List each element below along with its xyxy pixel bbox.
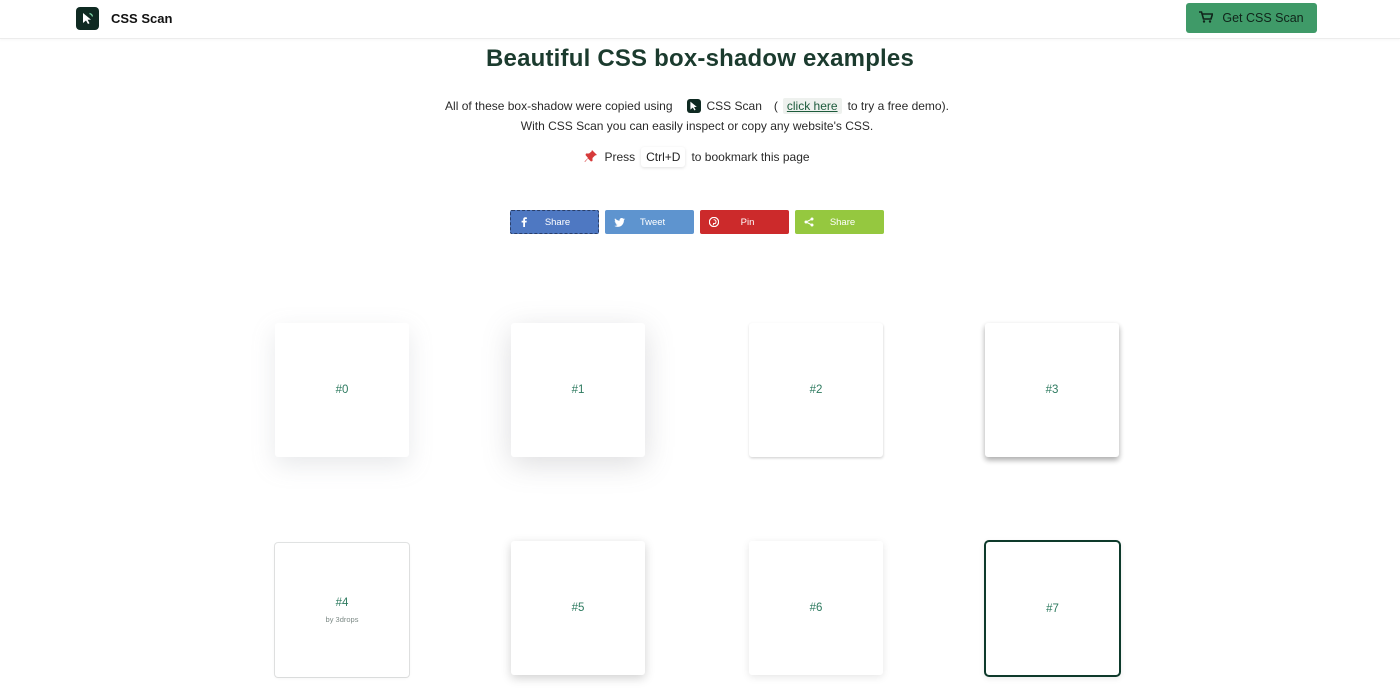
intro-brand: CSS Scan	[706, 99, 762, 113]
share-icon	[795, 217, 823, 227]
shortcut-key: Ctrl+D	[641, 147, 686, 167]
generic-share-label: Share	[829, 216, 856, 228]
shadow-example-7[interactable]: #7	[984, 540, 1121, 677]
example-label: #7	[1046, 602, 1059, 615]
shadow-example-4[interactable]: #4 by 3drops	[275, 543, 409, 677]
click-here-link[interactable]: click here	[787, 99, 838, 113]
facebook-share-label: Share	[544, 216, 571, 228]
pinterest-pin-button[interactable]: Pin	[700, 210, 789, 234]
example-label: #1	[571, 384, 585, 396]
cart-icon	[1199, 10, 1214, 26]
demo-link-pill[interactable]: click here	[782, 98, 842, 114]
generic-share-button[interactable]: Share	[795, 210, 884, 234]
facebook-icon	[510, 217, 538, 227]
intro-suffix: to try a free demo).	[847, 99, 949, 113]
brand-link[interactable]: CSS Scan	[76, 7, 172, 30]
pinterest-pin-label: Pin	[740, 216, 755, 228]
shadow-example-6[interactable]: #6	[749, 541, 883, 675]
pushpin-icon	[584, 149, 598, 166]
shadow-example-3[interactable]: #3	[985, 323, 1119, 457]
top-navbar: CSS Scan Get CSS Scan	[0, 0, 1400, 39]
bookmark-label: to bookmark this page	[691, 150, 810, 164]
css-scan-logo-icon	[76, 7, 99, 30]
example-label: #4	[335, 596, 349, 609]
example-credit: by 3drops	[325, 614, 359, 624]
bookmark-hint: Press Ctrl+D to bookmark this page	[0, 147, 1394, 167]
intro-open-paren: (	[773, 99, 778, 113]
shadow-example-0[interactable]: #0	[275, 323, 409, 457]
press-label: Press	[604, 150, 636, 164]
twitter-icon	[605, 217, 633, 227]
intro-line: All of these box-shadow were copied usin…	[0, 98, 1394, 114]
pinterest-icon	[700, 217, 728, 227]
shadow-example-2[interactable]: #2	[749, 323, 883, 457]
intro-line-2: With CSS Scan you can easily inspect or …	[520, 119, 874, 133]
shadow-example-1[interactable]: #1	[511, 323, 645, 457]
example-label: #3	[1045, 384, 1059, 396]
page-title: Beautiful CSS box-shadow examples	[485, 45, 915, 72]
example-label: #5	[571, 602, 585, 614]
twitter-tweet-label: Tweet	[639, 216, 666, 228]
intro-prefix: All of these box-shadow were copied usin…	[445, 99, 673, 113]
css-scan-mini-logo-icon	[686, 99, 701, 113]
brand-name: CSS Scan	[111, 11, 173, 26]
facebook-share-button[interactable]: Share	[510, 210, 599, 234]
twitter-tweet-button[interactable]: Tweet	[605, 210, 694, 234]
get-css-scan-label: Get CSS Scan	[1222, 11, 1304, 25]
get-css-scan-button[interactable]: Get CSS Scan	[1186, 3, 1317, 33]
shadow-example-5[interactable]: #5	[511, 541, 645, 675]
example-label: #0	[335, 384, 349, 396]
example-label: #6	[809, 602, 823, 614]
example-label: #2	[809, 384, 823, 396]
